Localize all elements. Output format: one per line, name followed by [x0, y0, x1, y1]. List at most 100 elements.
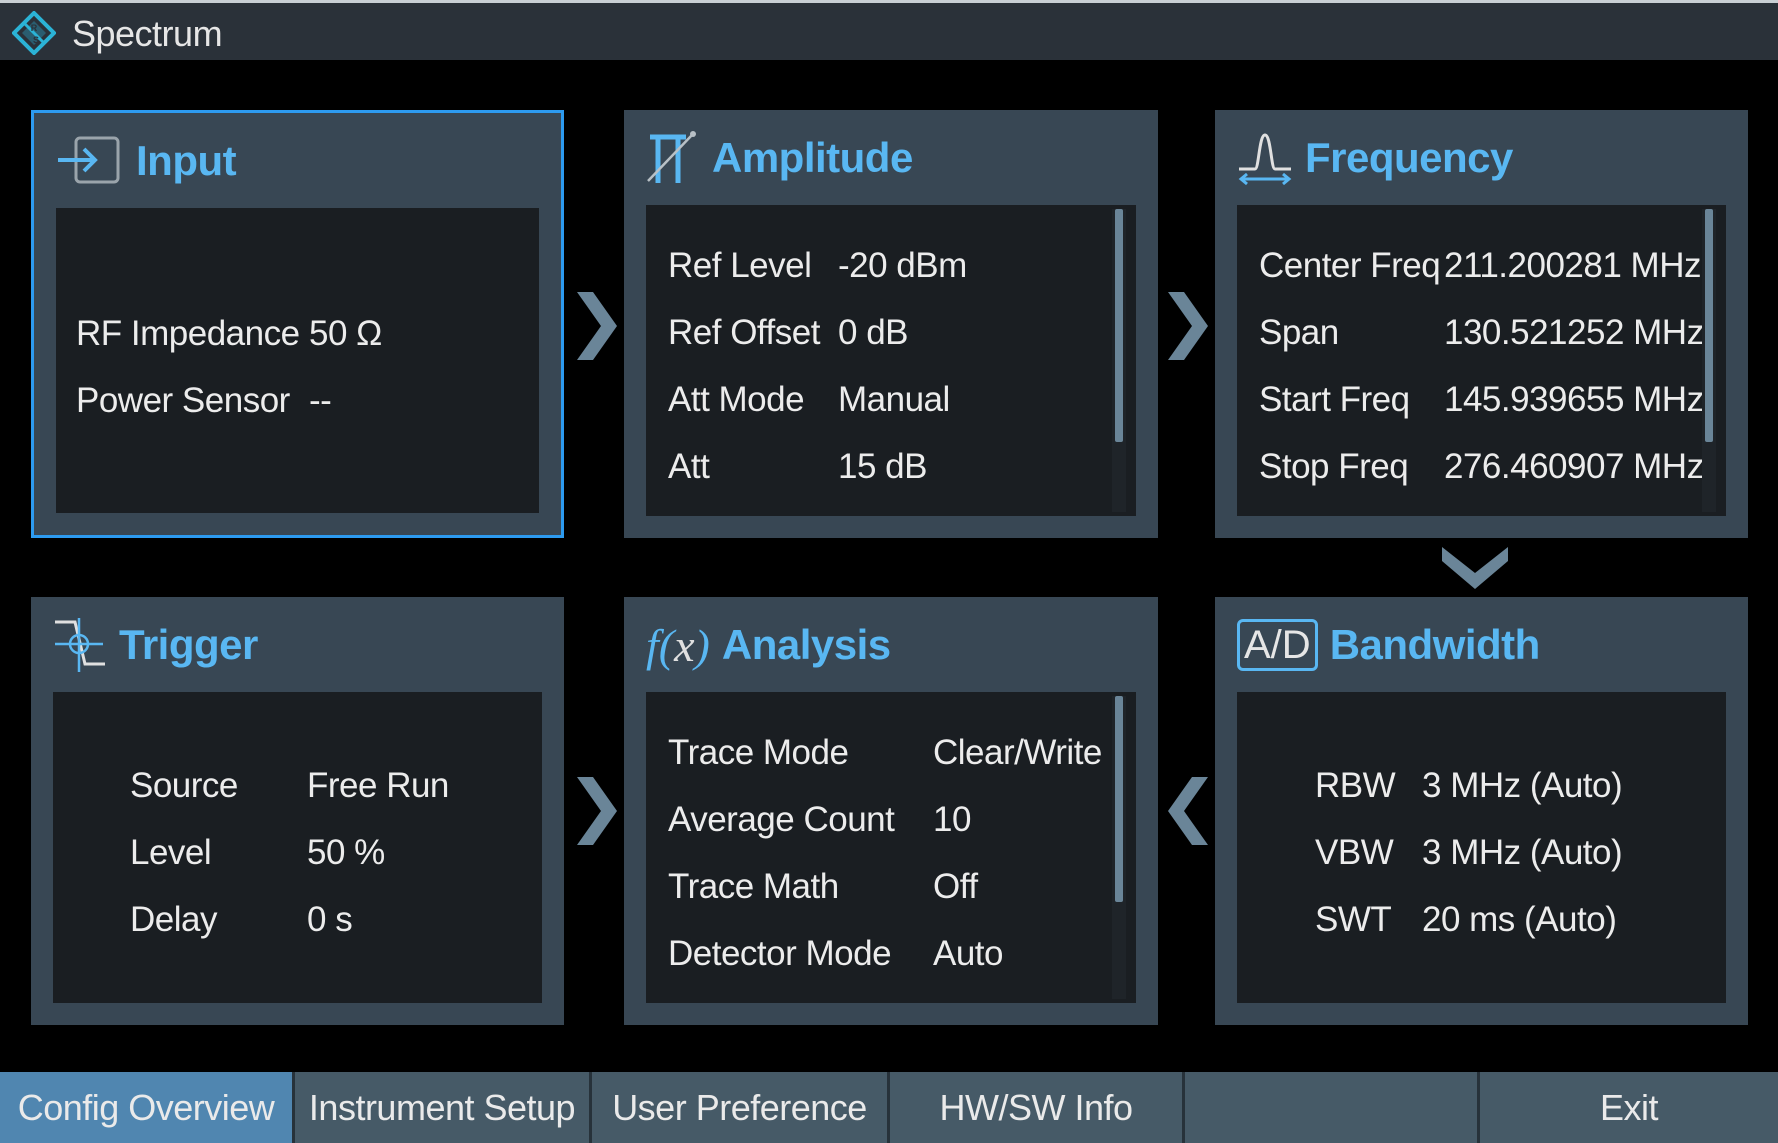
- tab-config-overview[interactable]: Config Overview: [0, 1072, 295, 1143]
- amplitude-panel-title: Amplitude: [712, 134, 913, 181]
- flow-arrow-left-icon: [1168, 777, 1208, 845]
- analysis-row[interactable]: Average Count 10: [668, 786, 1102, 853]
- frequency-panel-body: Center Freq 211.200281 MHz Span 130.5212…: [1237, 205, 1726, 516]
- analysis-panel-title: Analysis: [721, 621, 891, 668]
- scrollbar-thumb[interactable]: [1705, 209, 1713, 443]
- row-label: Stop Freq: [1259, 446, 1409, 486]
- row-label: Detector Mode: [668, 933, 892, 973]
- amplitude-row[interactable]: Ref Offset 0 dB: [668, 299, 967, 366]
- row-value: 50 Ω: [309, 313, 382, 353]
- row-value: -20 dBm: [838, 245, 967, 285]
- row-label: Level: [130, 832, 212, 872]
- row-value: Clear/Write: [933, 732, 1102, 772]
- row-value: 3 MHz (Auto): [1422, 832, 1623, 872]
- row-value: --: [309, 380, 332, 420]
- row-label: Span: [1259, 312, 1339, 352]
- frequency-row[interactable]: Stop Freq 276.460907 MHz: [1259, 433, 1704, 500]
- trigger-panel-body: Source Free Run Level 50 % Delay 0 s: [53, 692, 542, 1003]
- row-label: Trace Mode: [668, 732, 849, 772]
- row-value: 10: [933, 799, 971, 839]
- row-label: Average Count: [668, 799, 895, 839]
- row-value: 0 s: [307, 899, 353, 939]
- frequency-row[interactable]: Span 130.521252 MHz: [1259, 299, 1704, 366]
- frequency-row[interactable]: Start Freq 145.939655 MHz: [1259, 366, 1704, 433]
- bandwidth-panel[interactable]: A/D Bandwidth RBW 3 MHz (Auto) VBW 3 MHz…: [1215, 597, 1748, 1025]
- bandwidth-panel-header: A/D Bandwidth: [1237, 615, 1540, 675]
- row-label: Start Freq: [1259, 379, 1410, 419]
- bandwidth-panel-title: Bandwidth: [1329, 621, 1541, 668]
- app-title: Spectrum: [72, 13, 223, 54]
- flow-arrow-right-icon: [577, 292, 617, 360]
- bandwidth-row[interactable]: VBW 3 MHz (Auto): [1315, 819, 1623, 886]
- row-label: RBW: [1315, 765, 1396, 805]
- function-fx-icon: f(x): [646, 619, 710, 671]
- row-label: VBW: [1315, 832, 1394, 872]
- analysis-panel[interactable]: f(x) Analysis Trace Mode Clear/Write Ave…: [624, 597, 1158, 1025]
- row-value: 145.939655 MHz: [1444, 379, 1704, 419]
- input-row[interactable]: RF Impedance 50 Ω: [76, 300, 382, 367]
- tab-user-preference[interactable]: User Preference: [592, 1072, 890, 1143]
- trigger-panel-title: Trigger: [119, 621, 258, 668]
- scrollbar-thumb[interactable]: [1115, 696, 1123, 903]
- analysis-scrollbar[interactable]: [1112, 696, 1126, 999]
- analysis-panel-header: f(x) Analysis: [646, 615, 891, 675]
- row-value: 50 %: [307, 832, 385, 872]
- trigger-panel[interactable]: Trigger Source Free Run Level 50 % Delay…: [31, 597, 564, 1025]
- bottom-tab-bar: Config Overview Instrument Setup User Pr…: [0, 1072, 1778, 1143]
- input-panel-header: Input: [56, 131, 237, 191]
- frequency-peak-icon: [1238, 133, 1292, 186]
- bandwidth-row[interactable]: RBW 3 MHz (Auto): [1315, 752, 1623, 819]
- tab-instrument-setup[interactable]: Instrument Setup: [295, 1072, 592, 1143]
- exit-button[interactable]: Exit: [1480, 1072, 1778, 1143]
- row-value: Manual: [838, 379, 950, 419]
- row-label: Power Sensor: [76, 380, 290, 420]
- trigger-panel-header: Trigger: [53, 615, 258, 675]
- row-label: Delay: [130, 899, 217, 939]
- row-label: Center Freq: [1259, 245, 1441, 285]
- row-label: Ref Offset: [668, 312, 820, 352]
- row-value: Free Run: [307, 765, 449, 805]
- svg-text:S: S: [33, 35, 39, 45]
- analysis-panel-body: Trace Mode Clear/Write Average Count 10 …: [646, 692, 1136, 1003]
- frequency-scrollbar[interactable]: [1702, 209, 1716, 512]
- trigger-row[interactable]: Level 50 %: [130, 819, 449, 886]
- amplitude-panel[interactable]: Amplitude Ref Level -20 dBm Ref Offset 0…: [624, 110, 1158, 538]
- title-bar: R S Spectrum: [0, 0, 1778, 60]
- input-arrow-icon: [58, 136, 120, 184]
- bandwidth-row[interactable]: SWT 20 ms (Auto): [1315, 886, 1622, 953]
- svg-text:R: R: [31, 23, 38, 33]
- input-row[interactable]: Power Sensor --: [76, 367, 382, 434]
- row-value: 276.460907 MHz: [1444, 446, 1704, 486]
- amplitude-row[interactable]: Ref Level -20 dBm: [668, 232, 967, 299]
- tab-empty[interactable]: [1185, 1072, 1480, 1143]
- analysis-row[interactable]: Trace Math Off: [668, 853, 1102, 920]
- row-label: SWT: [1315, 899, 1392, 939]
- trigger-row[interactable]: Delay 0 s: [130, 886, 449, 953]
- amplitude-row[interactable]: Att 15 dB: [668, 433, 967, 500]
- input-panel[interactable]: Input RF Impedance 50 Ω Power Sensor --: [31, 110, 564, 538]
- amplitude-scrollbar[interactable]: [1112, 209, 1126, 512]
- row-label: Att Mode: [668, 379, 805, 419]
- trigger-icon: [55, 618, 105, 672]
- flow-arrow-down-icon: [1442, 547, 1508, 589]
- rohde-schwarz-logo-icon: R S: [12, 11, 56, 55]
- row-label: Source: [130, 765, 238, 805]
- input-panel-title: Input: [136, 137, 237, 184]
- frequency-panel-title: Frequency: [1305, 134, 1513, 181]
- row-value: Auto: [933, 933, 1004, 973]
- frequency-row[interactable]: Center Freq 211.200281 MHz: [1259, 232, 1701, 299]
- row-label: Att: [668, 446, 710, 486]
- frequency-panel[interactable]: Frequency Center Freq 211.200281 MHz Spa…: [1215, 110, 1748, 538]
- analysis-row[interactable]: Detector Mode Auto: [668, 920, 1102, 987]
- amplitude-icon: [647, 131, 696, 183]
- trigger-row[interactable]: Source Free Run: [130, 752, 449, 819]
- amplitude-row[interactable]: Att Mode Manual: [668, 366, 967, 433]
- flow-arrow-right-icon: [577, 777, 617, 845]
- scrollbar-thumb[interactable]: [1115, 209, 1123, 443]
- amplitude-panel-body: Ref Level -20 dBm Ref Offset 0 dB Att Mo…: [646, 205, 1136, 516]
- input-panel-body: RF Impedance 50 Ω Power Sensor --: [56, 208, 539, 513]
- tab-hw-sw-info[interactable]: HW/SW Info: [890, 1072, 1185, 1143]
- analysis-row[interactable]: Trace Mode Clear/Write: [668, 719, 1102, 786]
- row-label: Ref Level: [668, 245, 812, 285]
- row-label: RF Impedance: [76, 313, 300, 353]
